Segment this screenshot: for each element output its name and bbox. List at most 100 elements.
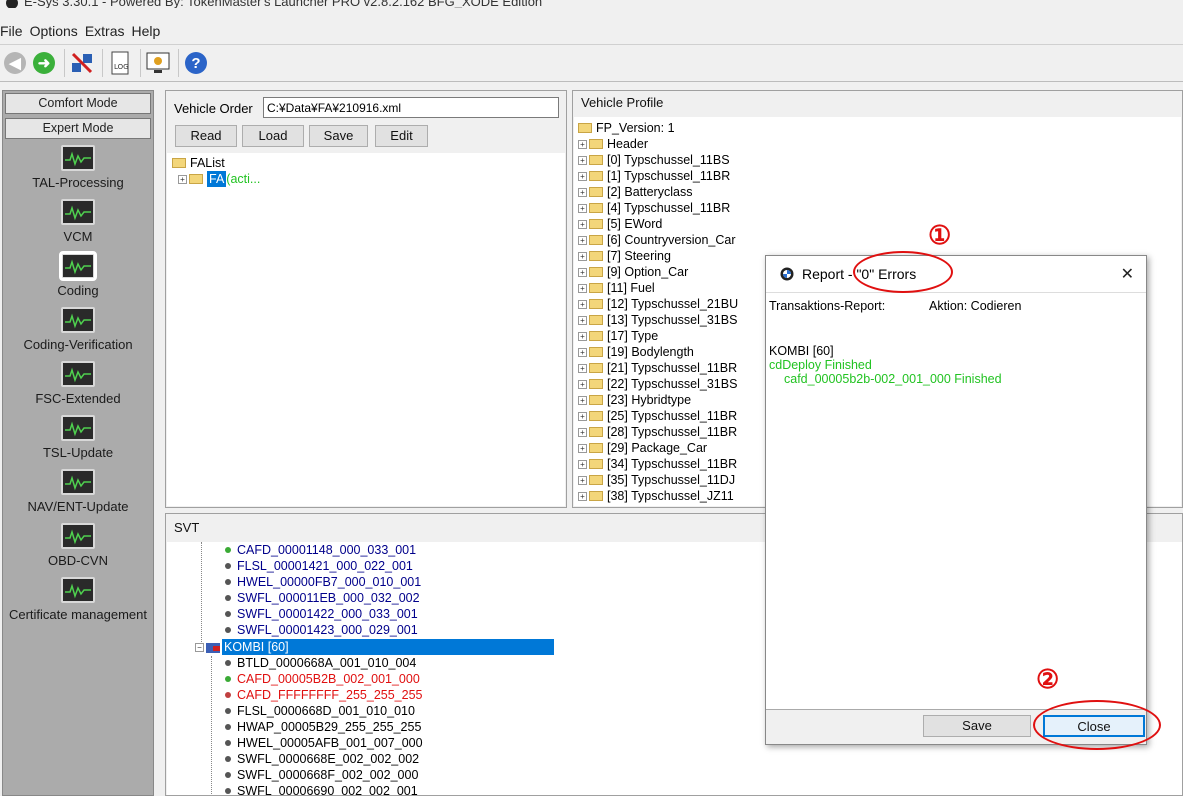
expand-icon[interactable]: + (578, 187, 587, 197)
expand-icon[interactable]: + (578, 459, 587, 469)
svt-item-label: SWFL_00001422_000_033_001 (237, 607, 418, 621)
monitor-waveform-icon (61, 415, 95, 441)
expand-icon[interactable]: + (578, 283, 587, 293)
nav-item-nav-ent-update[interactable]: NAV/ENT-Update (3, 467, 153, 521)
expand-icon[interactable]: + (578, 267, 587, 277)
expand-icon[interactable]: + (578, 219, 587, 229)
menu-extras[interactable]: Extras (85, 23, 125, 39)
expand-icon[interactable]: + (578, 411, 587, 421)
expand-icon[interactable]: + (578, 363, 587, 373)
expand-icon[interactable]: + (578, 395, 587, 405)
svt-sgbm-item[interactable]: FLSL_0000668D_001_010_010 (225, 703, 423, 719)
svt-item-label: SWFL_0000668E_002_002_002 (237, 752, 420, 766)
collapse-icon[interactable]: − (195, 642, 204, 652)
vehicle-profile-item[interactable]: + [5] EWord (578, 216, 1177, 232)
vehicle-profile-item[interactable]: + [2] Batteryclass (578, 184, 1177, 200)
svt-sgbm-item[interactable]: SWFL_0000668F_002_002_000 (225, 767, 423, 783)
monitor-waveform-icon (61, 523, 95, 549)
transaction-report-label: Transaktions-Report: (769, 299, 886, 313)
status-dot-icon (225, 708, 231, 714)
expand-icon[interactable]: + (578, 299, 587, 309)
nav-item-coding[interactable]: Coding (3, 251, 153, 305)
tree-node-fp-version[interactable]: FP_Version: 1 (578, 120, 1177, 136)
svt-sgbm-item[interactable]: CAFD_00001148_000_033_001 (225, 542, 421, 558)
vehicle-profile-item[interactable]: + [0] Typschussel_11BS (578, 152, 1177, 168)
expand-icon[interactable]: + (178, 174, 187, 184)
vehicle-profile-item[interactable]: + Header (578, 136, 1177, 152)
vehicle-profile-item[interactable]: + [4] Typschussel_11BR (578, 200, 1177, 216)
expand-icon[interactable]: + (578, 475, 587, 485)
folder-icon (578, 123, 592, 133)
expand-icon[interactable]: + (578, 139, 587, 149)
vehicle-profile-item[interactable]: + [1] Typschussel_11BR (578, 168, 1177, 184)
nav-item-fsc-extended[interactable]: FSC-Extended (3, 359, 153, 413)
nav-item-coding-verification[interactable]: Coding-Verification (3, 305, 153, 359)
help-button[interactable]: ? (183, 50, 209, 76)
connect-button[interactable] (69, 50, 95, 76)
nav-item-vcm[interactable]: VCM (3, 197, 153, 251)
screen-button[interactable] (145, 50, 171, 76)
expand-icon[interactable]: + (578, 347, 587, 357)
tree-node-fa[interactable]: + FA (acti... (172, 171, 560, 187)
svt-sgbm-item[interactable]: SWFL_00001423_000_029_001 (225, 622, 421, 638)
svt-sgbm-item[interactable]: BTLD_0000668A_001_010_004 (225, 655, 423, 671)
back-button[interactable]: ◀ (2, 50, 28, 76)
svt-item-label: FLSL_00001421_000_022_001 (237, 559, 413, 573)
svt-sgbm-item[interactable]: CAFD_FFFFFFFF_255_255_255 (225, 687, 423, 703)
svt-sgbm-item[interactable]: CAFD_00005B2B_002_001_000 (225, 671, 423, 687)
vehicle-order-path-input[interactable] (263, 97, 559, 118)
svt-sgbm-item[interactable]: SWFL_00006690_002_002_001 (225, 783, 423, 795)
expand-icon[interactable]: + (578, 203, 587, 213)
expert-mode-button[interactable]: Expert Mode (5, 118, 151, 139)
log-button[interactable]: LOG (107, 50, 133, 76)
expand-icon[interactable]: + (578, 491, 587, 501)
vehicle-profile-item[interactable]: + [6] Countryversion_Car (578, 232, 1177, 248)
folder-icon (589, 155, 603, 165)
load-button[interactable]: Load (242, 125, 304, 147)
svt-lower-list: BTLD_0000668A_001_010_004 CAFD_00005B2B_0… (225, 655, 423, 795)
dialog-close-x-button[interactable]: ✕ (1121, 264, 1134, 284)
edit-button[interactable]: Edit (375, 125, 428, 147)
toolbar-separator (64, 49, 65, 77)
comfort-mode-button[interactable]: Comfort Mode (5, 93, 151, 114)
folder-icon (589, 171, 603, 181)
nav-item-certificate-management[interactable]: Certificate management (3, 575, 153, 629)
nav-item-tal-processing[interactable]: TAL-Processing (3, 143, 153, 197)
folder-icon (589, 475, 603, 485)
monitor-waveform-icon (61, 307, 95, 333)
folder-icon (589, 283, 603, 293)
folder-icon (589, 395, 603, 405)
expand-icon[interactable]: + (578, 315, 587, 325)
forward-button[interactable]: ➜ (31, 50, 57, 76)
svt-sgbm-item[interactable]: HWAP_00005B29_255_255_255 (225, 719, 423, 735)
svt-sgbm-item[interactable]: SWFL_00001422_000_033_001 (225, 606, 421, 622)
nav-item-obd-cvn[interactable]: OBD-CVN (3, 521, 153, 575)
save-button[interactable]: Save (309, 125, 368, 147)
tree-node-falist[interactable]: FAList (172, 155, 560, 171)
expand-icon[interactable]: + (578, 171, 587, 181)
svt-ecu-kombi[interactable]: − KOMBI [60] (195, 639, 554, 655)
svt-sgbm-item[interactable]: HWEL_00000FB7_000_010_001 (225, 574, 421, 590)
svt-sgbm-item[interactable]: FLSL_00001421_000_022_001 (225, 558, 421, 574)
svt-sgbm-item[interactable]: SWFL_000011EB_000_032_002 (225, 590, 421, 606)
nav-item-tsl-update[interactable]: TSL-Update (3, 413, 153, 467)
menu-help[interactable]: Help (132, 23, 161, 39)
dialog-save-button[interactable]: Save (923, 715, 1031, 737)
svt-sgbm-item[interactable]: SWFL_0000668E_002_002_002 (225, 751, 423, 767)
menu-options[interactable]: Options (30, 23, 78, 39)
dialog-title-bar: Report - "0" Errors ✕ (766, 256, 1146, 292)
svt-sgbm-item[interactable]: HWEL_00005AFB_001_007_000 (225, 735, 423, 751)
expand-icon[interactable]: + (578, 155, 587, 165)
expand-icon[interactable]: + (578, 331, 587, 341)
tree-label: [23] Hybridtype (607, 393, 692, 407)
expand-icon[interactable]: + (578, 235, 587, 245)
status-dot-icon (225, 595, 231, 601)
annotation-circle-title (853, 251, 953, 293)
expand-icon[interactable]: + (578, 251, 587, 261)
read-button[interactable]: Read (175, 125, 237, 147)
menu-file[interactable]: File (0, 23, 23, 39)
expand-icon[interactable]: + (578, 443, 587, 453)
svt-item-label: SWFL_00001423_000_029_001 (237, 623, 418, 637)
expand-icon[interactable]: + (578, 427, 587, 437)
expand-icon[interactable]: + (578, 379, 587, 389)
